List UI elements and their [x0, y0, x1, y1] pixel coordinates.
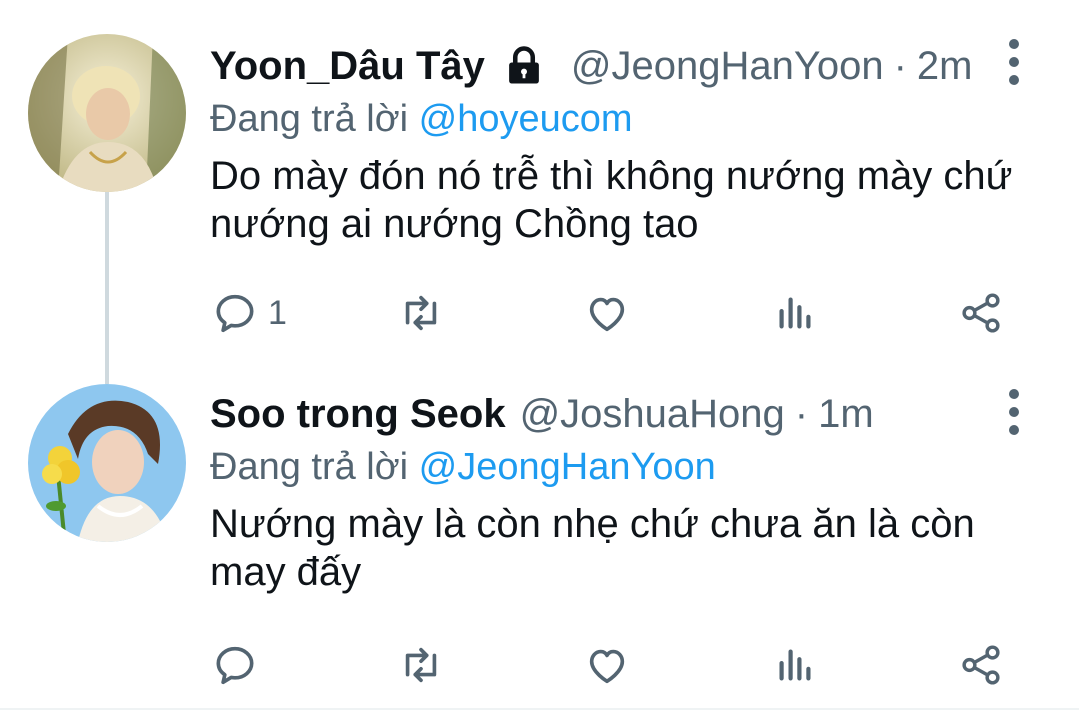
like-button[interactable] — [584, 288, 630, 338]
replying-to: Đang trả lời @JeongHanYoon — [210, 442, 1019, 492]
share-icon — [958, 642, 1004, 688]
reply-icon — [212, 290, 258, 336]
timestamp[interactable]: 1m — [818, 392, 874, 437]
avatar[interactable] — [28, 34, 186, 192]
timestamp[interactable]: 2m — [917, 44, 973, 89]
tweet-text-line: nướng ai nướng Chồng tao — [210, 202, 699, 246]
tweet-text-line: Nướng mày là còn nhẹ chứ chưa ăn là còn — [210, 502, 975, 546]
lock-icon — [503, 45, 545, 87]
bottom-divider — [0, 708, 1079, 710]
analytics-button[interactable] — [772, 288, 818, 338]
share-button[interactable] — [958, 640, 1004, 690]
replying-to-label: Đang trả lời — [210, 446, 409, 488]
retweet-icon — [398, 290, 444, 336]
replying-to-label: Đang trả lời — [210, 98, 409, 140]
username-handle[interactable]: @JeongHanYoon — [571, 44, 884, 89]
analytics-icon — [772, 290, 818, 336]
reply-button[interactable]: 1 — [212, 288, 287, 338]
tweet-header: Yoon_Dâu Tây @JeongHanYoon · 2m — [210, 38, 1019, 94]
retweet-button[interactable] — [398, 640, 444, 690]
tweet-actions: 1 — [212, 288, 1012, 338]
reply-icon — [212, 642, 258, 688]
avatar[interactable] — [28, 384, 186, 542]
reply-count: 1 — [268, 293, 287, 332]
tweet-text-line: may đấy — [210, 550, 362, 594]
username-handle[interactable]: @JoshuaHong — [520, 392, 785, 437]
display-name[interactable]: Yoon_Dâu Tây — [210, 44, 485, 89]
analytics-button[interactable] — [772, 640, 818, 690]
replying-to: Đang trả lời @hoyeucom — [210, 94, 1019, 144]
thread-connector-line — [105, 192, 109, 384]
more-options-icon[interactable] — [999, 32, 1029, 92]
like-button[interactable] — [584, 640, 630, 690]
retweet-icon — [398, 642, 444, 688]
separator-dot: · — [794, 391, 809, 436]
share-button[interactable] — [958, 288, 1004, 338]
tweet-actions — [212, 640, 1012, 690]
share-icon — [958, 290, 1004, 336]
reply-button[interactable] — [212, 640, 268, 690]
display-name[interactable]: Soo trong Seok — [210, 392, 506, 437]
separator-dot: · — [893, 43, 907, 88]
tweet-text: Nướng mày là còn nhẹ chứ chưa ăn là còn … — [210, 500, 1019, 596]
reply-mention-link[interactable]: @JeongHanYoon — [419, 446, 716, 488]
tweet-text: Do mày đón nó trễ thì không nướng mày ch… — [210, 152, 1019, 248]
retweet-button[interactable] — [398, 288, 444, 338]
analytics-icon — [772, 642, 818, 688]
tweet-header: Soo trong Seok @JoshuaHong · 1m — [210, 386, 1019, 442]
tweet-text-line: Do mày đón nó trễ thì không nướng mày ch… — [210, 154, 1013, 198]
like-icon — [584, 642, 630, 688]
more-options-icon[interactable] — [999, 382, 1029, 442]
like-icon — [584, 290, 630, 336]
reply-mention-link[interactable]: @hoyeucom — [419, 98, 633, 140]
